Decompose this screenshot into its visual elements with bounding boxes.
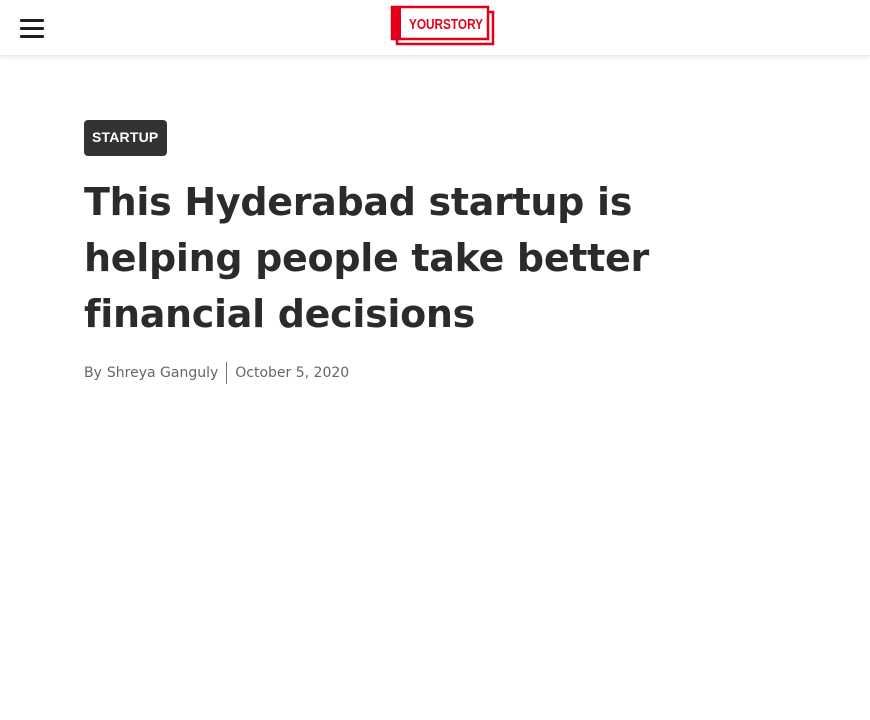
publish-date: October 5, 2020 <box>235 365 350 381</box>
logo-wordmark: YOURSTORY <box>409 17 483 33</box>
top-navigation-bar: YOURSTORY <box>0 0 870 56</box>
yourstory-logo[interactable]: YOURSTORY <box>390 4 496 46</box>
byline-prefix: By <box>84 365 102 381</box>
author-link[interactable]: Shreya Ganguly <box>107 365 218 381</box>
byline-divider <box>226 362 228 384</box>
category-badge[interactable]: STARTUP <box>84 120 168 156</box>
byline: By Shreya Ganguly October 5, 2020 <box>84 362 794 384</box>
hamburger-menu-icon[interactable] <box>18 17 46 39</box>
article-title: This Hyderabad startup is helping people… <box>84 180 649 336</box>
article-header: STARTUP This Hyderabad startup is helpin… <box>84 120 794 384</box>
